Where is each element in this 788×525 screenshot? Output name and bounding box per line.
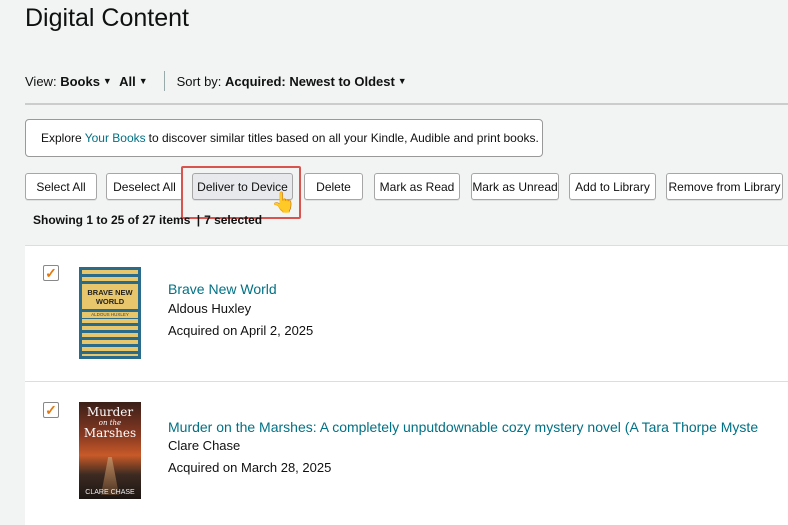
caret-down-icon: ▼ [397,76,407,86]
cover-author: CLARE CHASE [85,489,135,496]
book-cover[interactable]: Murder on the Marshes CLARE CHASE [79,402,141,499]
mark-as-read-button[interactable]: Mark as Read [374,173,460,200]
cover-title-line3: Marshes [83,426,137,440]
mark-as-unread-button[interactable]: Mark as Unread [471,173,559,200]
divider [163,71,165,91]
book-acquired-date: Acquired on April 2, 2025 [168,323,314,338]
explore-banner: Explore Your Books to discover similar t… [25,119,543,157]
cover-title: BRAVE NEW WORLD [82,286,138,308]
checkmark-icon: ✓ [45,265,57,281]
view-sort-bar: View: Books ▼ All ▼ Sort by: Acquired: N… [25,71,407,91]
view-filter-dropdown[interactable]: All ▼ [119,74,148,89]
sort-label: Sort by: [176,73,222,89]
view-label: View: [25,73,57,89]
status-separator: | [196,213,201,227]
caret-down-icon: ▼ [138,76,148,86]
checkmark-icon: ✓ [45,402,57,418]
showing-count: Showing 1 to 25 of 27 items [33,213,191,227]
remove-from-library-button[interactable]: Remove from Library [666,173,783,200]
explore-prefix: Explore [41,131,82,145]
book-author: Clare Chase [168,438,241,453]
sort-value: Acquired: Newest to Oldest [225,73,395,89]
sort-dropdown[interactable]: Acquired: Newest to Oldest ▼ [225,74,407,89]
book-cover[interactable]: BRAVE NEW WORLD ALDOUS HUXLEY [79,267,141,359]
selected-count: 7 selected [204,213,263,227]
cover-author: ALDOUS HUXLEY [82,312,138,318]
book-checkbox[interactable]: ✓ [43,402,59,418]
add-to-library-button[interactable]: Add to Library [569,173,656,200]
row-divider [25,381,788,382]
hand-pointer-icon: 👆 [271,192,296,214]
explore-suffix: to discover similar titles based on all … [148,131,539,145]
book-checkbox[interactable]: ✓ [43,265,59,281]
delete-button[interactable]: Delete [304,173,363,200]
deselect-all-button[interactable]: Deselect All [106,173,183,200]
page-title: Digital Content [25,4,189,32]
your-books-link[interactable]: Your Books [85,131,146,145]
book-title-link[interactable]: Brave New World [168,281,277,297]
selection-status: Showing 1 to 25 of 27 items | 7 selected [33,213,262,227]
view-type-dropdown[interactable]: Books ▼ [60,74,112,89]
book-acquired-date: Acquired on March 28, 2025 [168,460,332,475]
view-type-value: Books [60,73,100,89]
book-title-link[interactable]: Murder on the Marshes: A completely unpu… [168,419,758,435]
book-author: Aldous Huxley [168,301,252,316]
cover-title-line1: Murder [86,405,134,419]
view-filter-value: All [119,73,136,89]
caret-down-icon: ▼ [102,76,112,86]
select-all-button[interactable]: Select All [25,173,97,200]
content-list: ✓ BRAVE NEW WORLD ALDOUS HUXLEY Brave Ne… [25,245,788,525]
section-divider [25,103,788,105]
